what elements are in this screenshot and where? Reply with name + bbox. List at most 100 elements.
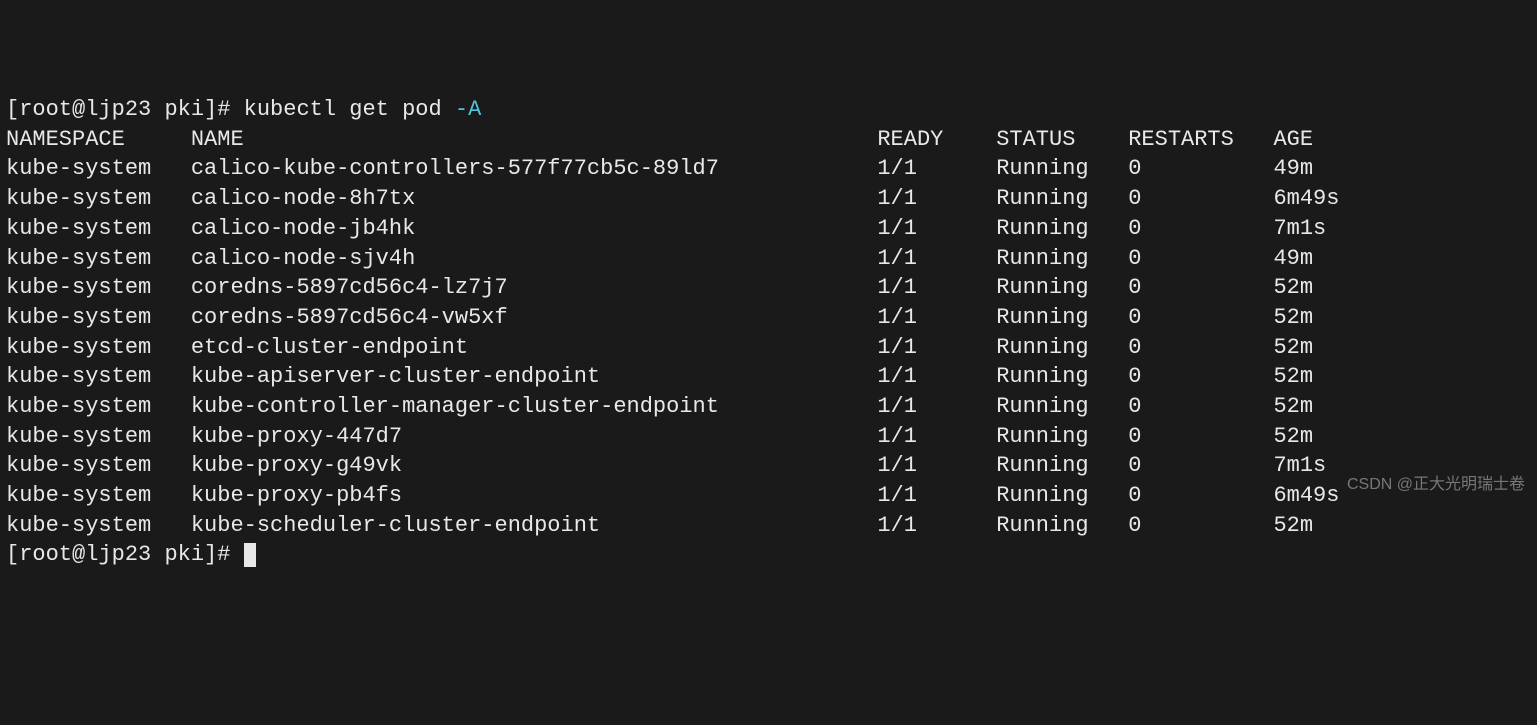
cell-ready: 1/1 bbox=[877, 394, 996, 419]
prompt-symbol: # bbox=[217, 542, 230, 567]
cell-ready: 1/1 bbox=[877, 156, 996, 181]
cell-name: calico-node-jb4hk bbox=[191, 216, 878, 241]
cell-namespace: kube-system bbox=[6, 364, 191, 389]
terminal-output[interactable]: [root@ljp23 pki]# kubectl get pod -ANAME… bbox=[6, 95, 1531, 570]
cell-status: Running bbox=[996, 335, 1128, 360]
cell-name: etcd-cluster-endpoint bbox=[191, 335, 878, 360]
cell-ready: 1/1 bbox=[877, 275, 996, 300]
cell-age: 49m bbox=[1273, 156, 1313, 181]
prompt-symbol: # bbox=[217, 97, 230, 122]
table-row: kube-system coredns-5897cd56c4-vw5xf 1/1… bbox=[6, 303, 1531, 333]
cell-name: kube-scheduler-cluster-endpoint bbox=[191, 513, 878, 538]
cell-status: Running bbox=[996, 513, 1128, 538]
cell-age: 52m bbox=[1273, 275, 1313, 300]
cell-name: kube-proxy-447d7 bbox=[191, 424, 878, 449]
prompt-path: pki bbox=[164, 97, 204, 122]
cell-age: 49m bbox=[1273, 246, 1313, 271]
cell-restarts: 0 bbox=[1128, 513, 1273, 538]
cell-age: 52m bbox=[1273, 305, 1313, 330]
cell-status: Running bbox=[996, 156, 1128, 181]
cell-namespace: kube-system bbox=[6, 394, 191, 419]
prompt-close-bracket: ] bbox=[204, 97, 217, 122]
col-namespace: NAMESPACE bbox=[6, 127, 191, 152]
table-row: kube-system etcd-cluster-endpoint 1/1 Ru… bbox=[6, 333, 1531, 363]
cell-namespace: kube-system bbox=[6, 246, 191, 271]
cell-namespace: kube-system bbox=[6, 305, 191, 330]
cell-age: 52m bbox=[1273, 364, 1313, 389]
cell-restarts: 0 bbox=[1128, 483, 1273, 508]
cell-namespace: kube-system bbox=[6, 275, 191, 300]
cell-restarts: 0 bbox=[1128, 186, 1273, 211]
cell-status: Running bbox=[996, 305, 1128, 330]
cell-restarts: 0 bbox=[1128, 156, 1273, 181]
cell-restarts: 0 bbox=[1128, 216, 1273, 241]
cell-ready: 1/1 bbox=[877, 186, 996, 211]
cell-age: 6m49s bbox=[1273, 186, 1339, 211]
cell-restarts: 0 bbox=[1128, 424, 1273, 449]
prompt-line[interactable]: [root@ljp23 pki]# bbox=[6, 540, 1531, 570]
cell-age: 52m bbox=[1273, 335, 1313, 360]
cell-name: coredns-5897cd56c4-lz7j7 bbox=[191, 275, 878, 300]
cell-age: 7m1s bbox=[1273, 216, 1326, 241]
prompt-path: pki bbox=[164, 542, 204, 567]
command-flag: -A bbox=[455, 97, 481, 122]
cell-name: calico-kube-controllers-577f77cb5c-89ld7 bbox=[191, 156, 878, 181]
cell-restarts: 0 bbox=[1128, 246, 1273, 271]
command-line: [root@ljp23 pki]# kubectl get pod -A bbox=[6, 95, 1531, 125]
cell-restarts: 0 bbox=[1128, 364, 1273, 389]
col-name: NAME bbox=[191, 127, 878, 152]
cell-namespace: kube-system bbox=[6, 186, 191, 211]
cell-age: 6m49s bbox=[1273, 483, 1339, 508]
prompt-open-bracket: [ bbox=[6, 542, 19, 567]
table-row: kube-system kube-proxy-pb4fs 1/1 Running… bbox=[6, 481, 1531, 511]
table-header-row: NAMESPACE NAME READY STATUS RESTARTS AGE bbox=[6, 125, 1531, 155]
table-row: kube-system kube-scheduler-cluster-endpo… bbox=[6, 511, 1531, 541]
cell-name: calico-node-sjv4h bbox=[191, 246, 878, 271]
table-row: kube-system kube-proxy-447d7 1/1 Running… bbox=[6, 422, 1531, 452]
cell-namespace: kube-system bbox=[6, 156, 191, 181]
cell-name: calico-node-8h7tx bbox=[191, 186, 878, 211]
cell-age: 7m1s bbox=[1273, 453, 1326, 478]
cell-age: 52m bbox=[1273, 394, 1313, 419]
table-row: kube-system kube-apiserver-cluster-endpo… bbox=[6, 362, 1531, 392]
cell-age: 52m bbox=[1273, 513, 1313, 538]
cell-ready: 1/1 bbox=[877, 453, 996, 478]
cell-status: Running bbox=[996, 453, 1128, 478]
cell-name: kube-apiserver-cluster-endpoint bbox=[191, 364, 878, 389]
cell-restarts: 0 bbox=[1128, 335, 1273, 360]
cell-status: Running bbox=[996, 186, 1128, 211]
cell-name: kube-proxy-pb4fs bbox=[191, 483, 878, 508]
cell-ready: 1/1 bbox=[877, 483, 996, 508]
cell-ready: 1/1 bbox=[877, 246, 996, 271]
cell-ready: 1/1 bbox=[877, 305, 996, 330]
cell-ready: 1/1 bbox=[877, 424, 996, 449]
prompt-user-host: root@ljp23 bbox=[19, 97, 151, 122]
cell-status: Running bbox=[996, 424, 1128, 449]
cell-name: coredns-5897cd56c4-vw5xf bbox=[191, 305, 878, 330]
cell-restarts: 0 bbox=[1128, 275, 1273, 300]
cell-status: Running bbox=[996, 216, 1128, 241]
col-age: AGE bbox=[1273, 127, 1313, 152]
cell-namespace: kube-system bbox=[6, 453, 191, 478]
prompt-open-bracket: [ bbox=[6, 97, 19, 122]
cell-status: Running bbox=[996, 246, 1128, 271]
prompt-close-bracket: ] bbox=[204, 542, 217, 567]
cell-status: Running bbox=[996, 394, 1128, 419]
cell-ready: 1/1 bbox=[877, 216, 996, 241]
watermark-text: CSDN @正大光明瑞士卷 bbox=[1347, 474, 1525, 496]
cell-ready: 1/1 bbox=[877, 335, 996, 360]
col-status: STATUS bbox=[996, 127, 1128, 152]
cell-ready: 1/1 bbox=[877, 513, 996, 538]
table-row: kube-system calico-node-8h7tx 1/1 Runnin… bbox=[6, 184, 1531, 214]
cell-namespace: kube-system bbox=[6, 335, 191, 360]
table-row: kube-system calico-node-sjv4h 1/1 Runnin… bbox=[6, 244, 1531, 274]
cell-status: Running bbox=[996, 275, 1128, 300]
cell-restarts: 0 bbox=[1128, 394, 1273, 419]
col-ready: READY bbox=[877, 127, 996, 152]
table-row: kube-system kube-controller-manager-clus… bbox=[6, 392, 1531, 422]
cell-status: Running bbox=[996, 364, 1128, 389]
cell-namespace: kube-system bbox=[6, 216, 191, 241]
cell-status: Running bbox=[996, 483, 1128, 508]
cell-namespace: kube-system bbox=[6, 513, 191, 538]
cell-age: 52m bbox=[1273, 424, 1313, 449]
